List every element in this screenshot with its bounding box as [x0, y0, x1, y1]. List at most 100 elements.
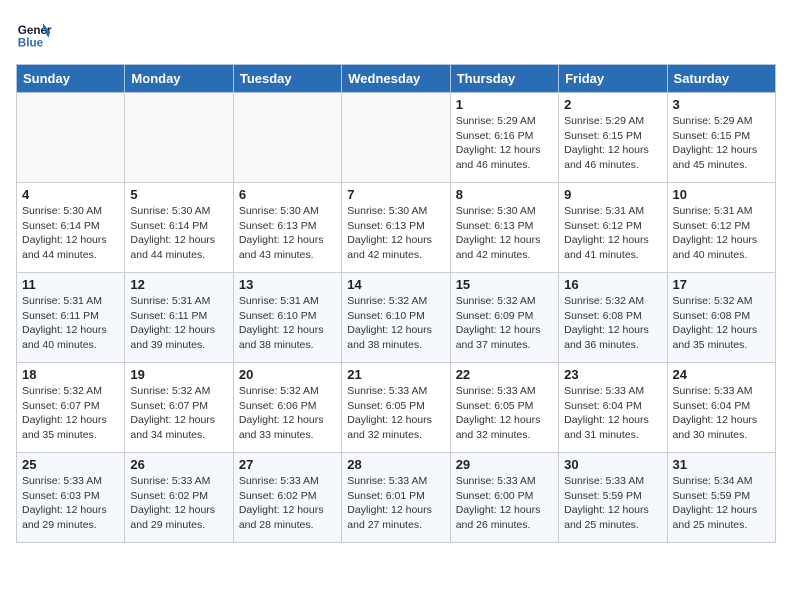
calendar-cell	[17, 93, 125, 183]
calendar-cell: 16 Sunrise: 5:32 AM Sunset: 6:08 PM Dayli…	[559, 273, 667, 363]
calendar-cell: 8Sunrise: 5:30 AM Sunset: 6:13 PM Daylig…	[450, 183, 558, 273]
weekday-header-wednesday: Wednesday	[342, 65, 450, 93]
weekday-header-sunday: Sunday	[17, 65, 125, 93]
day-number: 14	[347, 277, 444, 292]
calendar-cell	[342, 93, 450, 183]
calendar-cell: 20 Sunrise: 5:32 AM Sunset: 6:06 PM Dayli…	[233, 363, 341, 453]
calendar-cell: 19Sunrise: 5:32 AM Sunset: 6:07 PM Dayli…	[125, 363, 233, 453]
day-info: Sunrise: 5:30 AM Sunset: 6:13 PM Dayligh…	[347, 204, 444, 263]
calendar-cell: 18 Sunrise: 5:32 AM Sunset: 6:07 PM Dayli…	[17, 363, 125, 453]
calendar-cell: 4 Sunrise: 5:30 AM Sunset: 6:14 PM Daylig…	[17, 183, 125, 273]
calendar-week-row: 18 Sunrise: 5:32 AM Sunset: 6:07 PM Dayli…	[17, 363, 776, 453]
day-info: Sunrise: 5:31 AM Sunset: 6:12 PM Dayligh…	[673, 204, 770, 263]
calendar-cell: 3 Sunrise: 5:29 AM Sunset: 6:15 PM Daylig…	[667, 93, 775, 183]
calendar-cell: 1 Sunrise: 5:29 AM Sunset: 6:16 PM Daylig…	[450, 93, 558, 183]
day-info: Sunrise: 5:31 AM Sunset: 6:11 PM Dayligh…	[22, 294, 119, 353]
day-info: Sunrise: 5:30 AM Sunset: 6:13 PM Dayligh…	[239, 204, 336, 263]
calendar-cell: 26 Sunrise: 5:33 AM Sunset: 6:02 PM Dayli…	[125, 453, 233, 543]
calendar-cell: 31Sunrise: 5:34 AM Sunset: 5:59 PM Dayli…	[667, 453, 775, 543]
day-info: Sunrise: 5:33 AM Sunset: 6:04 PM Dayligh…	[564, 384, 661, 443]
day-number: 10	[673, 187, 770, 202]
day-number: 28	[347, 457, 444, 472]
calendar-cell: 28 Sunrise: 5:33 AM Sunset: 6:01 PM Dayli…	[342, 453, 450, 543]
day-info: Sunrise: 5:33 AM Sunset: 6:03 PM Dayligh…	[22, 474, 119, 533]
day-info: Sunrise: 5:31 AM Sunset: 6:12 PM Dayligh…	[564, 204, 661, 263]
day-info: Sunrise: 5:33 AM Sunset: 5:59 PM Dayligh…	[564, 474, 661, 533]
calendar-week-row: 1 Sunrise: 5:29 AM Sunset: 6:16 PM Daylig…	[17, 93, 776, 183]
calendar-cell: 13 Sunrise: 5:31 AM Sunset: 6:10 PM Dayli…	[233, 273, 341, 363]
day-info: Sunrise: 5:33 AM Sunset: 6:05 PM Dayligh…	[347, 384, 444, 443]
calendar-cell: 30 Sunrise: 5:33 AM Sunset: 5:59 PM Dayli…	[559, 453, 667, 543]
day-info: Sunrise: 5:30 AM Sunset: 6:14 PM Dayligh…	[22, 204, 119, 263]
page-header: General Blue	[16, 16, 776, 52]
day-number: 6	[239, 187, 336, 202]
day-number: 19	[130, 367, 227, 382]
calendar-cell: 14 Sunrise: 5:32 AM Sunset: 6:10 PM Dayli…	[342, 273, 450, 363]
calendar-cell: 15 Sunrise: 5:32 AM Sunset: 6:09 PM Dayli…	[450, 273, 558, 363]
calendar-cell: 25 Sunrise: 5:33 AM Sunset: 6:03 PM Dayli…	[17, 453, 125, 543]
day-number: 31	[673, 457, 770, 472]
day-info: Sunrise: 5:29 AM Sunset: 6:16 PM Dayligh…	[456, 114, 553, 173]
day-number: 1	[456, 97, 553, 112]
day-info: Sunrise: 5:33 AM Sunset: 6:04 PM Dayligh…	[673, 384, 770, 443]
calendar-cell: 10 Sunrise: 5:31 AM Sunset: 6:12 PM Dayli…	[667, 183, 775, 273]
day-info: Sunrise: 5:33 AM Sunset: 6:02 PM Dayligh…	[130, 474, 227, 533]
calendar-cell: 17Sunrise: 5:32 AM Sunset: 6:08 PM Dayli…	[667, 273, 775, 363]
calendar-week-row: 4 Sunrise: 5:30 AM Sunset: 6:14 PM Daylig…	[17, 183, 776, 273]
weekday-header-tuesday: Tuesday	[233, 65, 341, 93]
day-number: 21	[347, 367, 444, 382]
day-info: Sunrise: 5:33 AM Sunset: 6:01 PM Dayligh…	[347, 474, 444, 533]
day-info: Sunrise: 5:32 AM Sunset: 6:08 PM Dayligh…	[564, 294, 661, 353]
weekday-header-saturday: Saturday	[667, 65, 775, 93]
calendar-cell: 2Sunrise: 5:29 AM Sunset: 6:15 PM Daylig…	[559, 93, 667, 183]
weekday-header-thursday: Thursday	[450, 65, 558, 93]
day-number: 16	[564, 277, 661, 292]
day-number: 8	[456, 187, 553, 202]
day-info: Sunrise: 5:32 AM Sunset: 6:10 PM Dayligh…	[347, 294, 444, 353]
day-info: Sunrise: 5:32 AM Sunset: 6:08 PM Dayligh…	[673, 294, 770, 353]
calendar-cell: 21 Sunrise: 5:33 AM Sunset: 6:05 PM Dayli…	[342, 363, 450, 453]
day-number: 26	[130, 457, 227, 472]
calendar-cell	[125, 93, 233, 183]
day-number: 4	[22, 187, 119, 202]
calendar-cell: 11Sunrise: 5:31 AM Sunset: 6:11 PM Dayli…	[17, 273, 125, 363]
calendar-cell	[233, 93, 341, 183]
calendar-cell: 9 Sunrise: 5:31 AM Sunset: 6:12 PM Daylig…	[559, 183, 667, 273]
day-number: 25	[22, 457, 119, 472]
calendar-cell: 7 Sunrise: 5:30 AM Sunset: 6:13 PM Daylig…	[342, 183, 450, 273]
day-info: Sunrise: 5:33 AM Sunset: 6:00 PM Dayligh…	[456, 474, 553, 533]
day-number: 7	[347, 187, 444, 202]
day-info: Sunrise: 5:30 AM Sunset: 6:14 PM Dayligh…	[130, 204, 227, 263]
calendar-cell: 29 Sunrise: 5:33 AM Sunset: 6:00 PM Dayli…	[450, 453, 558, 543]
logo-icon: General Blue	[16, 16, 52, 52]
calendar-cell: 22 Sunrise: 5:33 AM Sunset: 6:05 PM Dayli…	[450, 363, 558, 453]
day-number: 30	[564, 457, 661, 472]
day-number: 13	[239, 277, 336, 292]
day-info: Sunrise: 5:33 AM Sunset: 6:05 PM Dayligh…	[456, 384, 553, 443]
day-number: 9	[564, 187, 661, 202]
day-number: 23	[564, 367, 661, 382]
day-number: 22	[456, 367, 553, 382]
day-info: Sunrise: 5:32 AM Sunset: 6:07 PM Dayligh…	[22, 384, 119, 443]
day-number: 27	[239, 457, 336, 472]
day-number: 20	[239, 367, 336, 382]
calendar-cell: 6 Sunrise: 5:30 AM Sunset: 6:13 PM Daylig…	[233, 183, 341, 273]
calendar-cell: 23 Sunrise: 5:33 AM Sunset: 6:04 PM Dayli…	[559, 363, 667, 453]
day-number: 15	[456, 277, 553, 292]
calendar-week-row: 11Sunrise: 5:31 AM Sunset: 6:11 PM Dayli…	[17, 273, 776, 363]
day-number: 3	[673, 97, 770, 112]
day-number: 5	[130, 187, 227, 202]
calendar-cell: 27Sunrise: 5:33 AM Sunset: 6:02 PM Dayli…	[233, 453, 341, 543]
day-number: 2	[564, 97, 661, 112]
day-number: 29	[456, 457, 553, 472]
day-info: Sunrise: 5:32 AM Sunset: 6:09 PM Dayligh…	[456, 294, 553, 353]
day-info: Sunrise: 5:31 AM Sunset: 6:10 PM Dayligh…	[239, 294, 336, 353]
day-info: Sunrise: 5:29 AM Sunset: 6:15 PM Dayligh…	[673, 114, 770, 173]
day-info: Sunrise: 5:31 AM Sunset: 6:11 PM Dayligh…	[130, 294, 227, 353]
calendar-cell: 5 Sunrise: 5:30 AM Sunset: 6:14 PM Daylig…	[125, 183, 233, 273]
day-number: 18	[22, 367, 119, 382]
day-info: Sunrise: 5:32 AM Sunset: 6:06 PM Dayligh…	[239, 384, 336, 443]
svg-text:Blue: Blue	[18, 37, 44, 50]
day-number: 24	[673, 367, 770, 382]
logo: General Blue	[16, 16, 52, 52]
